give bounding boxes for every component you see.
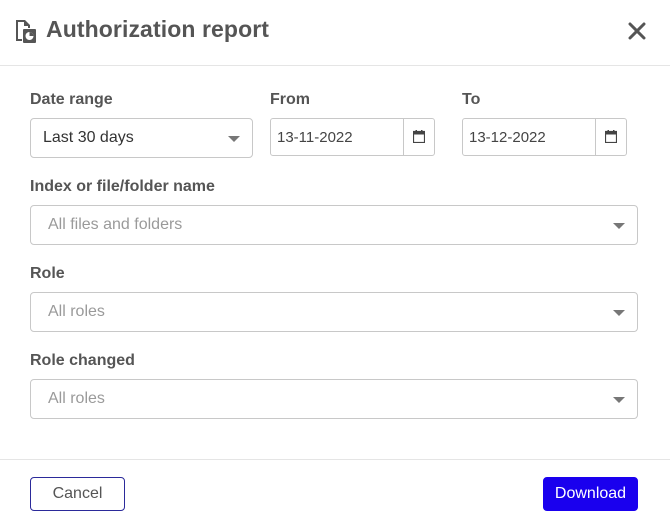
report-icon xyxy=(16,20,36,43)
to-label: To xyxy=(462,91,481,108)
role-changed-label: Role changed xyxy=(30,352,135,369)
from-date-field[interactable]: 13-11-2022 xyxy=(270,118,435,156)
role-label: Role xyxy=(30,265,65,282)
dialog-title: Authorization report xyxy=(46,16,270,42)
calendar-icon xyxy=(413,130,425,143)
role-select[interactable]: All roles xyxy=(30,292,638,332)
close-icon[interactable] xyxy=(624,18,650,44)
chevron-down-icon xyxy=(228,136,240,142)
chevron-down-icon xyxy=(613,223,625,229)
date-range-value: Last 30 days xyxy=(43,129,134,146)
index-placeholder: All files and folders xyxy=(48,216,183,233)
index-label: Index or file/folder name xyxy=(30,178,215,195)
chevron-down-icon xyxy=(613,310,625,316)
date-range-label: Date range xyxy=(30,91,113,108)
dialog-header: Authorization report xyxy=(0,0,670,66)
authorization-report-dialog: Authorization report Date range Last 30 … xyxy=(0,0,670,525)
from-label: From xyxy=(270,91,310,108)
calendar-icon xyxy=(605,130,617,143)
role-changed-select[interactable]: All roles xyxy=(30,379,638,419)
index-select[interactable]: All files and folders xyxy=(30,205,638,245)
footer-divider xyxy=(0,459,670,460)
role-placeholder: All roles xyxy=(48,303,105,320)
to-date-field[interactable]: 13-12-2022 xyxy=(462,118,627,156)
chevron-down-icon xyxy=(613,397,625,403)
role-changed-placeholder: All roles xyxy=(48,390,105,407)
to-date-value: 13-12-2022 xyxy=(469,129,546,146)
download-button[interactable]: Download xyxy=(543,477,638,511)
cancel-button[interactable]: Cancel xyxy=(30,477,125,511)
date-range-select[interactable]: Last 30 days xyxy=(30,118,253,158)
from-calendar-button[interactable] xyxy=(403,119,434,155)
from-date-value: 13-11-2022 xyxy=(277,129,353,146)
to-calendar-button[interactable] xyxy=(595,119,626,155)
